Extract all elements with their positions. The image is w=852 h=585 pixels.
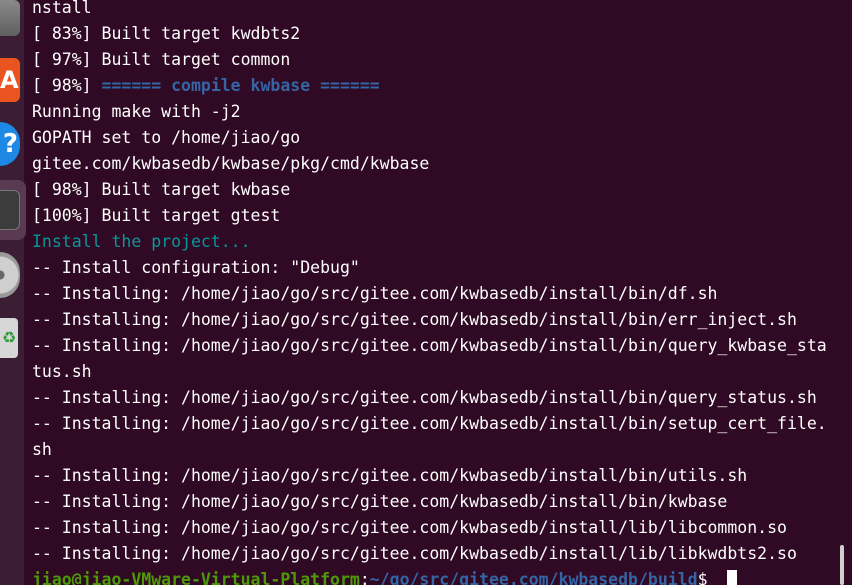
dock: A ? ♻ (0, 0, 26, 585)
scrollbar[interactable] (840, 545, 844, 585)
install-heading: Install the project... (32, 232, 251, 251)
terminal-line: -- Installing: /home/jiao/go/src/gitee.c… (32, 414, 827, 433)
terminal-line: gitee.com/kwbasedb/kwbase/pkg/cmd/kwbase (32, 154, 430, 173)
terminal-line: nstall (32, 0, 92, 17)
terminal-line: Running make with -j2 (32, 102, 241, 121)
app-center-icon[interactable]: A (0, 58, 20, 102)
terminal-line: -- Install configuration: "Debug" (32, 258, 360, 277)
terminal-line: -- Installing: /home/jiao/go/src/gitee.c… (32, 388, 817, 407)
compile-banner: ====== compile kwbase ====== (101, 76, 380, 95)
terminal-line: -- Installing: /home/jiao/go/src/gitee.c… (32, 492, 728, 511)
prompt-separator: : (359, 570, 370, 585)
shell-prompt[interactable]: jiao@jiao-VMware-Virtual-Platform:~/go/s… (32, 567, 838, 585)
help-icon[interactable]: ? (0, 122, 20, 166)
terminal-line: [ 98%] Built target kwbase (32, 180, 291, 199)
terminal-line: -- Installing: /home/jiao/go/src/gitee.c… (32, 336, 827, 355)
prompt-symbol: $ (697, 570, 718, 585)
terminal-line: GOPATH set to /home/jiao/go (32, 128, 301, 147)
terminal-line: [ 83%] Built target kwdbts2 (32, 24, 301, 43)
trash-icon[interactable]: ♻ (0, 318, 18, 358)
terminal-output[interactable]: nstall [ 83%] Built target kwdbts2 [ 97%… (32, 0, 838, 585)
prompt-user-host: jiao@jiao-VMware-Virtual-Platform (32, 570, 360, 585)
prompt-path: ~/go/src/gitee.com/kwbasedb/build (369, 570, 698, 585)
line-prefix: [ 98%] (32, 76, 102, 95)
terminal-line: [100%] Built target gtest (32, 206, 281, 225)
text-cursor (727, 569, 738, 585)
files-app-icon[interactable] (0, 0, 20, 36)
terminal-line: [ 97%] Built target common (32, 50, 291, 69)
terminal-line: [ 98%] ====== compile kwbase ====== (32, 73, 838, 99)
terminal-app-icon[interactable] (0, 190, 20, 230)
optical-disc-icon[interactable] (0, 252, 20, 298)
terminal-line: -- Installing: /home/jiao/go/src/gitee.c… (32, 544, 797, 563)
terminal-line: -- Installing: /home/jiao/go/src/gitee.c… (32, 310, 797, 329)
terminal-line: tus.sh (32, 362, 92, 381)
terminal-line: -- Installing: /home/jiao/go/src/gitee.c… (32, 466, 748, 485)
terminal-line: sh (32, 440, 52, 459)
terminal-line: -- Installing: /home/jiao/go/src/gitee.c… (32, 518, 787, 537)
terminal-line: -- Installing: /home/jiao/go/src/gitee.c… (32, 284, 718, 303)
